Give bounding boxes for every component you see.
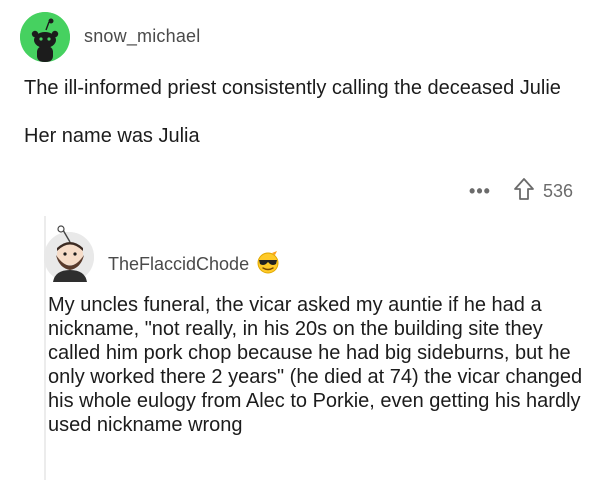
parent-username[interactable]: snow_michael xyxy=(84,26,200,47)
bearded-snoo-avatar-icon[interactable] xyxy=(44,225,94,282)
upvote-arrow-icon[interactable] xyxy=(513,177,535,206)
vote-count: 536 xyxy=(542,180,573,201)
cool-sunglasses-emoji-icon xyxy=(255,250,281,279)
parent-comment-paragraph-2: Her name was Julia xyxy=(24,125,200,147)
vote-control: 536 xyxy=(513,177,573,206)
reply-comment-body: My uncles funeral, the vicar asked my au… xyxy=(48,293,588,437)
parent-comment-body: The ill-informed priest consistently cal… xyxy=(24,76,584,148)
parent-comment-actions: ••• 536 xyxy=(469,177,573,206)
parent-comment-paragraph-1: The ill-informed priest consistently cal… xyxy=(24,77,561,99)
parent-comment: snow_michael The ill-informed priest con… xyxy=(0,0,599,215)
reply-username-row: TheFlaccidChode xyxy=(108,250,281,279)
reply-username[interactable]: TheFlaccidChode xyxy=(108,254,249,275)
reply-comment-text: My uncles funeral, the vicar asked my au… xyxy=(48,294,583,436)
reddit-snoo-icon[interactable] xyxy=(20,12,70,62)
more-options-button[interactable]: ••• xyxy=(469,181,491,202)
